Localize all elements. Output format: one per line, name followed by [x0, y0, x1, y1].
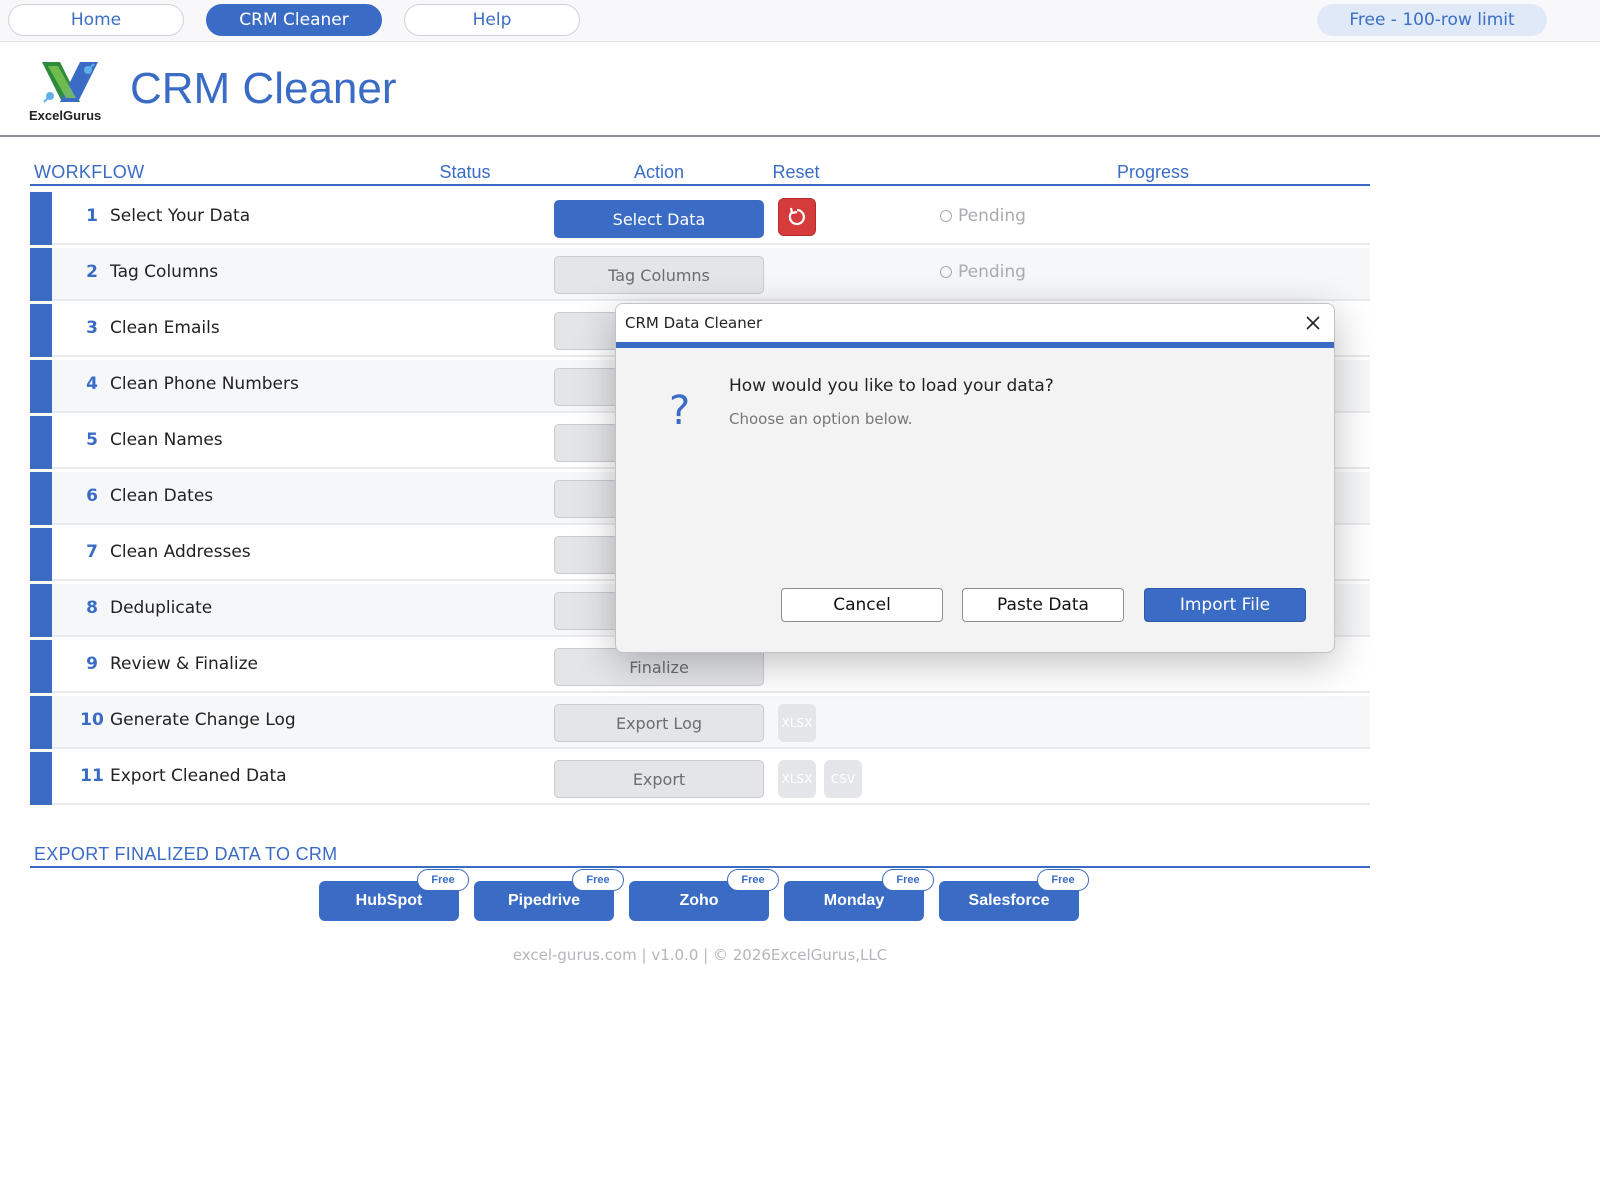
select-data-button[interactable]: Select Data — [554, 200, 764, 238]
status-column-header: Status — [439, 162, 491, 182]
reset-button[interactable] — [778, 198, 816, 236]
pipedrive-button[interactable]: Pipedrive Free — [474, 869, 624, 921]
row-stripe — [30, 416, 52, 469]
import-file-button[interactable]: Import File — [1144, 588, 1306, 622]
crm-export-header: EXPORT FINALIZED DATA TO CRM — [30, 840, 1370, 868]
pending-circle-icon — [940, 210, 952, 222]
row-stripe — [30, 528, 52, 581]
step-label: Clean Emails — [110, 318, 220, 338]
page-title: CRM Cleaner — [130, 64, 397, 113]
dialog-titlebar: CRM Data Cleaner — [616, 304, 1334, 342]
monday-button[interactable]: Monday Free — [784, 869, 934, 921]
action-column-header: Action — [633, 162, 685, 182]
top-nav: Home CRM Cleaner Help Free - 100-row lim… — [0, 0, 1600, 42]
export-button[interactable]: Export — [554, 760, 764, 798]
step-label: Tag Columns — [110, 262, 219, 282]
workflow-title: WORKFLOW — [34, 162, 145, 182]
row-stripe — [30, 640, 52, 693]
xlsx-chip[interactable]: XLSX — [778, 704, 816, 742]
step-number: 8 — [86, 598, 98, 618]
step-label: Clean Addresses — [110, 542, 251, 562]
free-tag: Free — [882, 869, 934, 891]
reset-icon — [788, 207, 805, 226]
crm-label: Monday — [823, 892, 885, 909]
step-label: Clean Dates — [110, 486, 214, 506]
dialog-question: How would you like to load your data? — [729, 376, 1054, 396]
step-number: 3 — [86, 318, 98, 338]
csv-chip[interactable]: CSV — [824, 760, 862, 798]
finalize-button[interactable]: Finalize — [554, 648, 764, 686]
progress-column-header: Progress — [1116, 162, 1190, 182]
row-stripe — [30, 696, 52, 749]
row-stripe — [30, 304, 52, 357]
dialog-accent-bar — [616, 342, 1334, 348]
free-tag: Free — [417, 869, 469, 891]
reset-column-header: Reset — [772, 162, 820, 182]
step-number: 5 — [86, 430, 98, 450]
tab-help[interactable]: Help — [404, 4, 580, 36]
progress-label: Pending — [958, 262, 1026, 282]
row-stripe — [30, 472, 52, 525]
footer-text: excel-gurus.com | v1.0.0 | © 2026ExcelGu… — [512, 946, 888, 964]
step-number: 7 — [86, 542, 98, 562]
close-icon[interactable] — [1302, 312, 1324, 334]
workflow-row-tag-columns: 2 Tag Columns Tag Columns Pending — [30, 248, 1370, 301]
step-number: 1 — [86, 206, 98, 226]
step-label: Select Your Data — [110, 206, 251, 226]
workflow-row-export-data: 11 Export Cleaned Data Export XLSX CSV — [30, 752, 1370, 805]
free-tag: Free — [727, 869, 779, 891]
progress-label: Pending — [958, 206, 1026, 226]
step-label: Export Cleaned Data — [110, 766, 287, 786]
tag-columns-button[interactable]: Tag Columns — [554, 256, 764, 294]
free-tag: Free — [1037, 869, 1089, 891]
row-stripe — [30, 584, 52, 637]
question-icon: ? — [669, 388, 691, 434]
hubspot-button[interactable]: HubSpot Free — [319, 869, 469, 921]
app-header: ExcelGurus CRM Cleaner — [0, 42, 1600, 137]
cancel-button[interactable]: Cancel — [781, 588, 943, 622]
dialog-subtext: Choose an option below. — [729, 410, 913, 428]
row-stripe — [30, 192, 52, 245]
crm-label: Pipedrive — [507, 892, 581, 909]
progress-pending: Pending — [940, 206, 1026, 226]
tab-crm-cleaner[interactable]: CRM Cleaner — [206, 4, 382, 36]
pending-circle-icon — [940, 266, 952, 278]
step-label: Clean Names — [110, 430, 223, 450]
free-tag: Free — [572, 869, 624, 891]
progress-pending: Pending — [940, 262, 1026, 282]
row-stripe — [30, 752, 52, 805]
step-number: 2 — [86, 262, 98, 282]
step-label: Deduplicate — [110, 598, 213, 618]
step-number: 6 — [86, 486, 98, 506]
workflow-row-select-data: 1 Select Your Data Select Data Pending — [30, 192, 1370, 245]
row-stripe — [30, 360, 52, 413]
step-label: Clean Phone Numbers — [110, 374, 299, 394]
export-log-button[interactable]: Export Log — [554, 704, 764, 742]
logo-text: ExcelGurus — [29, 108, 102, 123]
step-number: 11 — [80, 766, 104, 786]
workflow-header: WORKFLOW Status Action Reset Progress — [30, 158, 1370, 186]
crm-export-title: EXPORT FINALIZED DATA TO CRM — [34, 844, 338, 864]
load-data-dialog: CRM Data Cleaner ? How would you like to… — [615, 303, 1335, 653]
step-label: Review & Finalize — [110, 654, 259, 674]
salesforce-button[interactable]: Salesforce Free — [939, 869, 1089, 921]
tab-home[interactable]: Home — [8, 4, 184, 36]
step-label: Generate Change Log — [110, 710, 296, 730]
paste-data-button[interactable]: Paste Data — [962, 588, 1124, 622]
crm-label: HubSpot — [355, 892, 423, 909]
step-number: 9 — [86, 654, 98, 674]
step-number: 10 — [80, 710, 104, 730]
xlsx-chip[interactable]: XLSX — [778, 760, 816, 798]
row-stripe — [30, 248, 52, 301]
dialog-title: CRM Data Cleaner — [625, 314, 763, 332]
crm-label: Salesforce — [968, 892, 1050, 909]
plan-badge: Free - 100-row limit — [1317, 4, 1547, 36]
step-number: 4 — [86, 374, 98, 394]
zoho-button[interactable]: Zoho Free — [629, 869, 779, 921]
workflow-row-change-log: 10 Generate Change Log Export Log XLSX — [30, 696, 1370, 749]
crm-label: Zoho — [679, 892, 719, 909]
